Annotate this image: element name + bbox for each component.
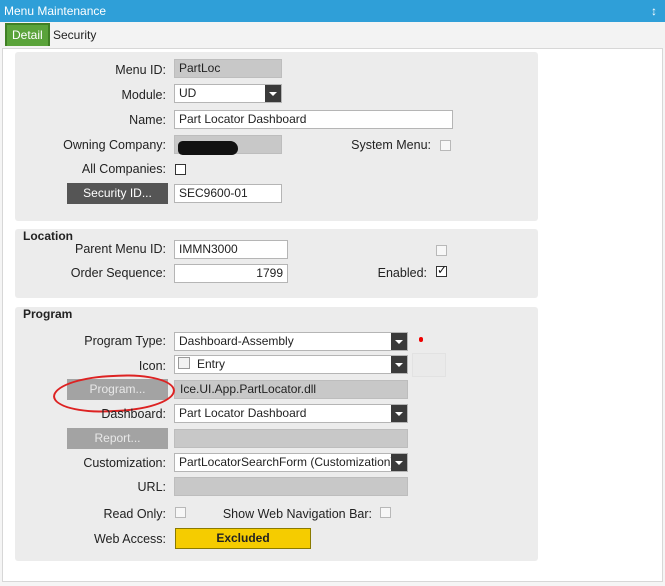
parent-menu-id-label: Parent Menu ID: xyxy=(74,242,166,256)
icon-label: Icon: xyxy=(138,359,166,373)
chevron-down-icon[interactable] xyxy=(391,333,407,350)
chevron-down-icon[interactable] xyxy=(265,85,281,102)
menu-id-label: Menu ID: xyxy=(115,63,166,77)
read-only-checkbox[interactable] xyxy=(175,507,186,518)
order-sequence-field[interactable]: 1799 xyxy=(174,264,288,283)
customization-value: PartLocatorSearchForm (Customization) xyxy=(179,455,395,469)
chevron-down-icon[interactable] xyxy=(391,405,407,422)
menu-id-field[interactable]: PartLoc xyxy=(174,59,282,78)
url-field[interactable] xyxy=(174,477,408,496)
system-menu-label: System Menu: xyxy=(351,138,431,152)
pin-icon[interactable]: ↕ xyxy=(651,0,657,22)
customization-combo[interactable]: PartLocatorSearchForm (Customization) xyxy=(174,453,408,472)
module-combo[interactable]: UD xyxy=(174,84,282,103)
security-id-button[interactable]: Security ID... xyxy=(67,183,168,204)
read-only-label: Read Only: xyxy=(103,507,166,521)
all-companies-label: All Companies: xyxy=(81,162,166,176)
location-unlabeled-checkbox[interactable] xyxy=(436,245,447,256)
program-title: Program xyxy=(23,307,73,321)
dashboard-value: Part Locator Dashboard xyxy=(179,406,307,420)
icon-value: Entry xyxy=(197,357,226,371)
icon-combo[interactable]: Entry xyxy=(174,355,408,374)
tab-detail[interactable]: Detail xyxy=(5,23,50,46)
window-title: Menu Maintenance xyxy=(4,4,107,18)
order-sequence-label: Order Sequence: xyxy=(70,266,166,280)
enabled-label: Enabled: xyxy=(377,266,427,280)
program-type-combo[interactable]: Dashboard-Assembly xyxy=(174,332,408,351)
show-web-nav-label: Show Web Navigation Bar: xyxy=(222,507,372,521)
title-bar: Menu Maintenance ↕ xyxy=(0,0,665,22)
owning-company-label: Owning Company: xyxy=(63,138,166,152)
program-field[interactable]: Ice.UI.App.PartLocator.dll xyxy=(174,380,408,399)
system-menu-checkbox[interactable] xyxy=(440,140,451,151)
name-field[interactable]: Part Locator Dashboard xyxy=(174,110,453,129)
enabled-checkbox[interactable]: ✓ xyxy=(436,263,448,277)
security-id-field[interactable]: SEC9600-01 xyxy=(174,184,282,203)
program-type-value: Dashboard-Assembly xyxy=(179,334,294,348)
module-value: UD xyxy=(179,86,197,100)
module-label: Module: xyxy=(121,88,166,102)
web-access-label: Web Access: xyxy=(93,532,166,546)
report-field[interactable] xyxy=(174,429,408,448)
checkmark-icon: ✓ xyxy=(437,263,448,277)
chevron-down-icon[interactable] xyxy=(391,356,407,373)
redaction-mark xyxy=(178,141,238,155)
customization-label: Customization: xyxy=(83,456,166,470)
icon-preview-image xyxy=(412,353,446,377)
web-access-badge[interactable]: Excluded xyxy=(175,528,311,549)
entry-icon xyxy=(178,357,190,369)
program-type-label: Program Type: xyxy=(84,334,166,348)
report-button[interactable]: Report... xyxy=(67,428,168,449)
dashboard-label: Dashboard: xyxy=(101,407,166,421)
red-annotation-dot xyxy=(419,337,423,342)
name-label: Name: xyxy=(129,113,166,127)
chevron-down-icon[interactable] xyxy=(391,454,407,471)
url-label: URL: xyxy=(137,480,166,494)
tab-strip: Detail Security xyxy=(0,22,665,48)
tab-security[interactable]: Security xyxy=(48,24,101,46)
all-companies-checkbox[interactable] xyxy=(175,164,186,175)
show-web-nav-checkbox[interactable] xyxy=(380,507,391,518)
parent-menu-id-field[interactable]: IMMN3000 xyxy=(174,240,288,259)
dashboard-combo[interactable]: Part Locator Dashboard xyxy=(174,404,408,423)
